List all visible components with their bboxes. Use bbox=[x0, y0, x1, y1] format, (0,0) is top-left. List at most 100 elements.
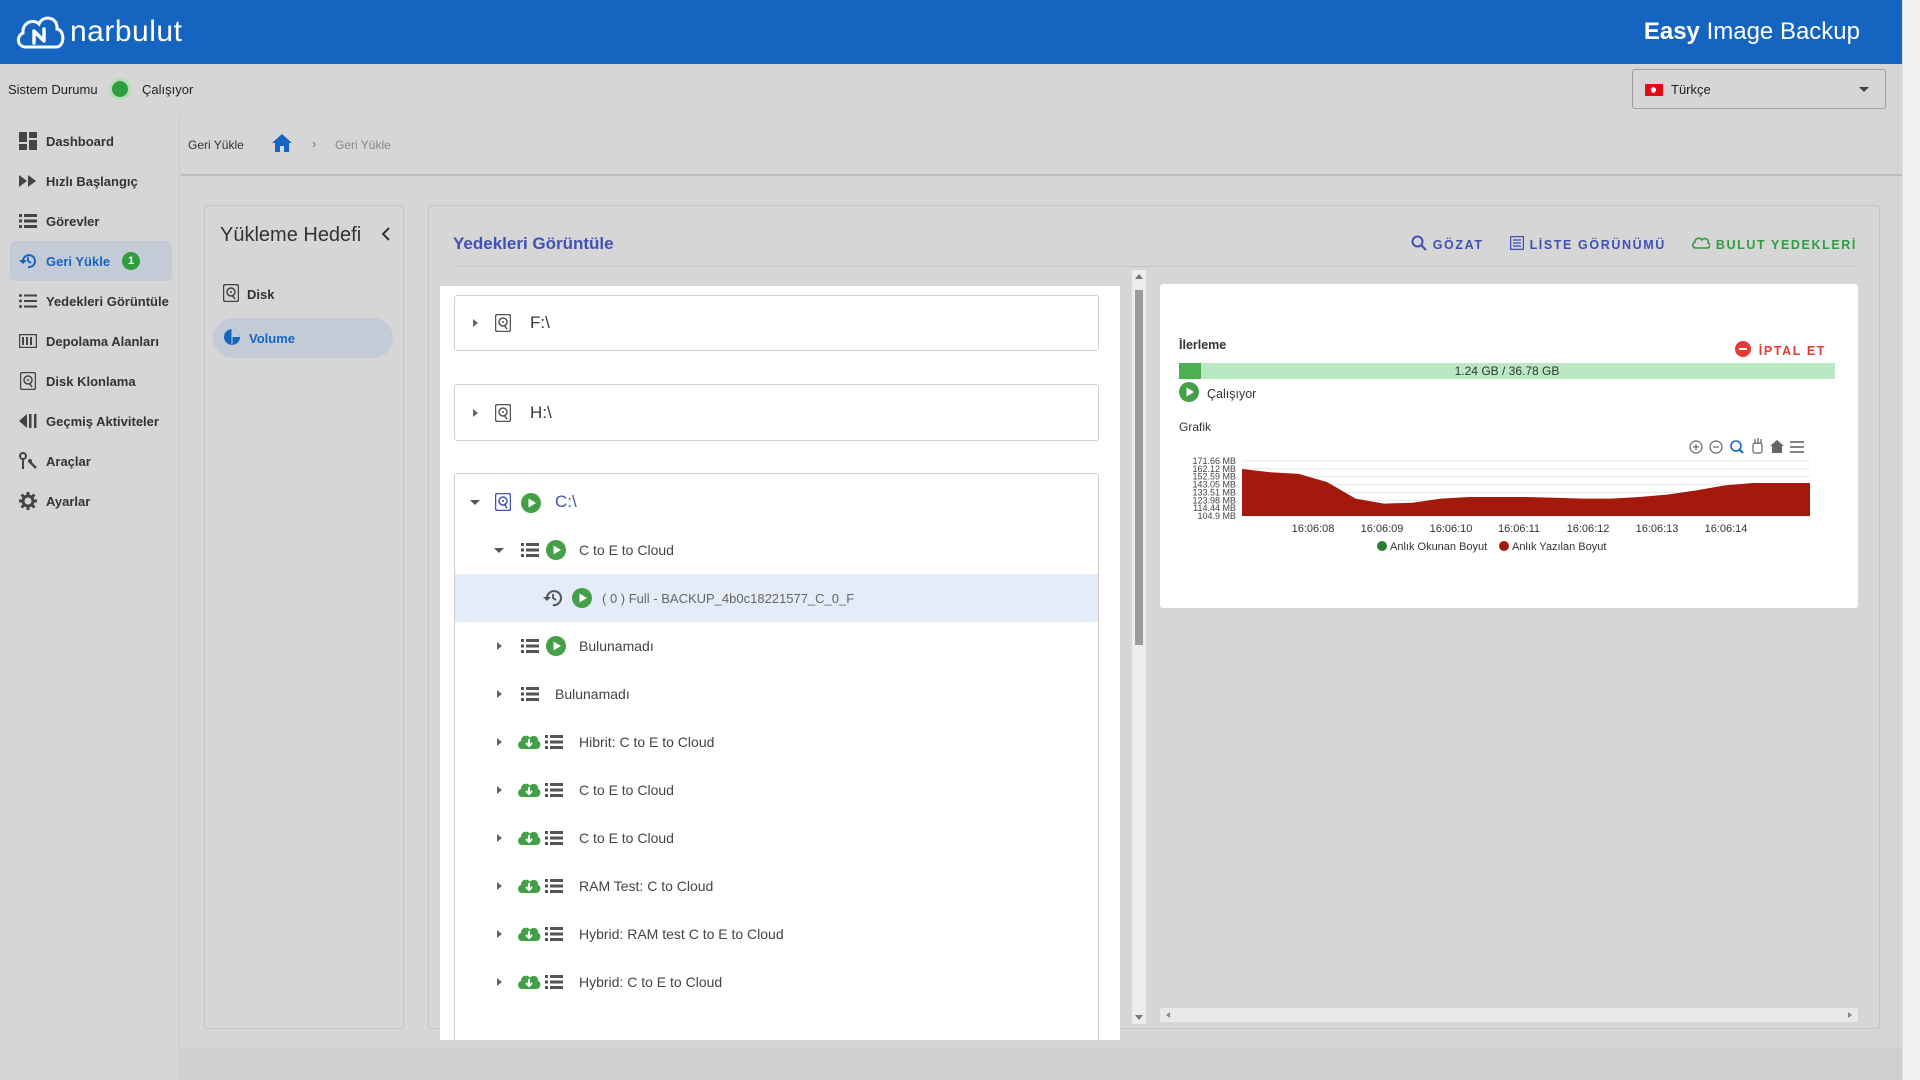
legend-label: Anlık Yazılan Boyut bbox=[1512, 541, 1606, 553]
breadcrumb: Geri Yükle › Geri Yükle bbox=[181, 114, 1902, 176]
magnifier-icon[interactable] bbox=[1730, 440, 1744, 454]
target-item-volume[interactable]: Volume bbox=[213, 318, 393, 358]
cloud-download-icon bbox=[517, 781, 541, 802]
language-select[interactable]: Türkçe bbox=[1632, 69, 1886, 109]
restore-icon bbox=[543, 588, 563, 611]
hdd-icon bbox=[494, 313, 512, 335]
breadcrumb-root[interactable]: Geri Yükle bbox=[188, 138, 244, 152]
progress-status: Çalışıyor bbox=[1179, 382, 1256, 405]
list-icon bbox=[18, 211, 38, 231]
tree-row-cloud-task[interactable]: Hybrid: RAM test C to E to Cloud bbox=[455, 910, 1098, 958]
scroll-up-icon[interactable] bbox=[1135, 274, 1143, 279]
cancel-icon bbox=[1734, 341, 1751, 360]
list-view-button[interactable]: LİSTE GÖRÜNÜMÜ bbox=[1509, 235, 1666, 254]
expand-icon[interactable] bbox=[473, 409, 478, 417]
cloud-backups-button[interactable]: BULUT YEDEKLERİ bbox=[1691, 235, 1857, 254]
tree-row-drive-c[interactable]: C:\ bbox=[455, 478, 1098, 526]
cloud-download-icon bbox=[517, 973, 541, 994]
y-tick-label: 104.9 MB bbox=[1197, 511, 1236, 521]
zoom-in-icon[interactable] bbox=[1689, 440, 1703, 454]
disk-icon bbox=[222, 283, 240, 305]
sidebar-item-tools[interactable]: Araçlar bbox=[10, 441, 172, 481]
tree-scrollbar[interactable] bbox=[1132, 270, 1146, 1024]
language-selected: Türkçe bbox=[1671, 82, 1711, 97]
list-icon bbox=[521, 639, 539, 656]
gear-icon bbox=[18, 491, 38, 511]
target-item-disk[interactable]: Disk bbox=[213, 274, 393, 314]
expand-icon[interactable] bbox=[497, 930, 502, 938]
tree-row-task[interactable]: Bulunamadı bbox=[455, 622, 1098, 670]
sidebar-item-restore[interactable]: Geri Yükle 1 bbox=[10, 241, 172, 281]
sidebar-item-disk-clone[interactable]: Disk Klonlama bbox=[10, 361, 172, 401]
expand-icon[interactable] bbox=[497, 834, 502, 842]
brand-logo[interactable]: narbulut bbox=[14, 8, 182, 56]
list-icon bbox=[545, 783, 563, 800]
scroll-down-icon[interactable] bbox=[1135, 1015, 1143, 1020]
drive-card-h[interactable]: H:\ bbox=[454, 384, 1099, 441]
collapse-icon[interactable] bbox=[470, 499, 480, 505]
restore-target-title: Yükleme Hedefi bbox=[220, 224, 362, 246]
sidebar-item-view-backups[interactable]: Yedekleri Görüntüle bbox=[10, 281, 172, 321]
chevron-left-icon[interactable] bbox=[381, 227, 391, 246]
sidebar-item-settings[interactable]: Ayarlar bbox=[10, 481, 172, 521]
progress-bar: 1.24 GB / 36.78 GB bbox=[1179, 363, 1835, 379]
tree-row-cloud-task[interactable]: RAM Test: C to Cloud bbox=[455, 862, 1098, 910]
expand-icon[interactable] bbox=[497, 978, 502, 986]
sidebar-item-tasks[interactable]: Görevler bbox=[10, 201, 172, 241]
list-icon bbox=[545, 975, 563, 992]
drive-label: C:\ bbox=[555, 492, 577, 511]
tree-row-drive-f[interactable]: F:\ bbox=[455, 299, 1098, 347]
cloud-download-icon bbox=[517, 877, 541, 898]
list-view-icon bbox=[1509, 235, 1524, 253]
expand-icon[interactable] bbox=[497, 786, 502, 794]
collapse-icon[interactable] bbox=[494, 547, 504, 553]
sidebar-item-quick-start[interactable]: Hızlı Başlangıç bbox=[10, 161, 172, 201]
backup-file-label: ( 0 ) Full - BACKUP_4b0c18221577_C_0_F bbox=[602, 590, 855, 606]
tree-row-task[interactable]: C to E to Cloud bbox=[455, 526, 1098, 574]
drive-label: F:\ bbox=[530, 313, 550, 332]
x-tick-label: 16:06:12 bbox=[1567, 523, 1610, 535]
drive-card-f[interactable]: F:\ bbox=[454, 295, 1099, 351]
tree-row-cloud-task[interactable]: C to E to Cloud bbox=[455, 814, 1098, 862]
tree-row-drive-h[interactable]: H:\ bbox=[455, 389, 1098, 437]
pan-hand-icon[interactable] bbox=[1752, 438, 1763, 454]
panel-title: Yedekleri Görüntüle bbox=[453, 234, 614, 253]
drive-card-c[interactable]: C:\ C to E to Cloud ( 0 ) Full - BACKUP_… bbox=[454, 473, 1099, 1040]
page-scrollbar[interactable] bbox=[1902, 0, 1920, 1080]
task-label: C to E to Cloud bbox=[579, 542, 674, 558]
task-label: Hibrit: C to E to Cloud bbox=[579, 734, 715, 750]
x-axis-ticks: 16:06:08 16:06:09 16:06:10 16:06:11 16:06:12… bbox=[1292, 523, 1748, 535]
fast-forward-icon bbox=[18, 171, 38, 191]
chart-toolbar bbox=[1689, 438, 1804, 454]
tree-row-backup-file[interactable]: ( 0 ) Full - BACKUP_4b0c18221577_C_0_F bbox=[455, 574, 1098, 622]
system-status-value: Çalışıyor bbox=[142, 82, 194, 97]
play-circle-icon bbox=[521, 493, 541, 516]
top-bar: narbulut Easy Image Backup bbox=[0, 0, 1902, 64]
reset-home-icon[interactable] bbox=[1770, 440, 1784, 453]
expand-icon[interactable] bbox=[497, 738, 502, 746]
tree-row-cloud-task[interactable]: Hybrid: C to E to Cloud bbox=[455, 958, 1098, 1006]
legend-marker bbox=[1499, 541, 1509, 551]
expand-icon[interactable] bbox=[497, 642, 502, 650]
status-indicator bbox=[112, 81, 128, 97]
tree-row-cloud-task[interactable]: Hibrit: C to E to Cloud bbox=[455, 718, 1098, 766]
task-label: RAM Test: C to Cloud bbox=[579, 878, 714, 894]
task-label: Hybrid: RAM test C to E to Cloud bbox=[579, 926, 784, 942]
scroll-thumb[interactable] bbox=[1135, 290, 1143, 645]
sidebar-item-dashboard[interactable]: Dashboard bbox=[10, 121, 172, 161]
tree-row-cloud-task[interactable]: C to E to Cloud bbox=[455, 766, 1098, 814]
tree-row-task[interactable]: Bulunamadı bbox=[455, 670, 1098, 718]
expand-icon[interactable] bbox=[473, 319, 478, 327]
expand-icon[interactable] bbox=[497, 690, 502, 698]
sidebar-item-history[interactable]: Geçmiş Aktiviteler bbox=[10, 401, 172, 441]
browse-button[interactable]: GÖZAT bbox=[1411, 235, 1484, 254]
home-icon[interactable] bbox=[272, 134, 292, 155]
expand-icon[interactable] bbox=[497, 882, 502, 890]
x-tick-label: 16:06:13 bbox=[1636, 523, 1679, 535]
zoom-out-icon[interactable] bbox=[1709, 440, 1723, 454]
cancel-button[interactable]: İPTAL ET bbox=[1734, 341, 1826, 360]
chart-menu-icon[interactable] bbox=[1790, 441, 1804, 453]
horizontal-scrollbar[interactable] bbox=[1160, 1008, 1858, 1022]
cloud-icon bbox=[1691, 237, 1711, 252]
sidebar-item-storage[interactable]: Depolama Alanları bbox=[10, 321, 172, 361]
